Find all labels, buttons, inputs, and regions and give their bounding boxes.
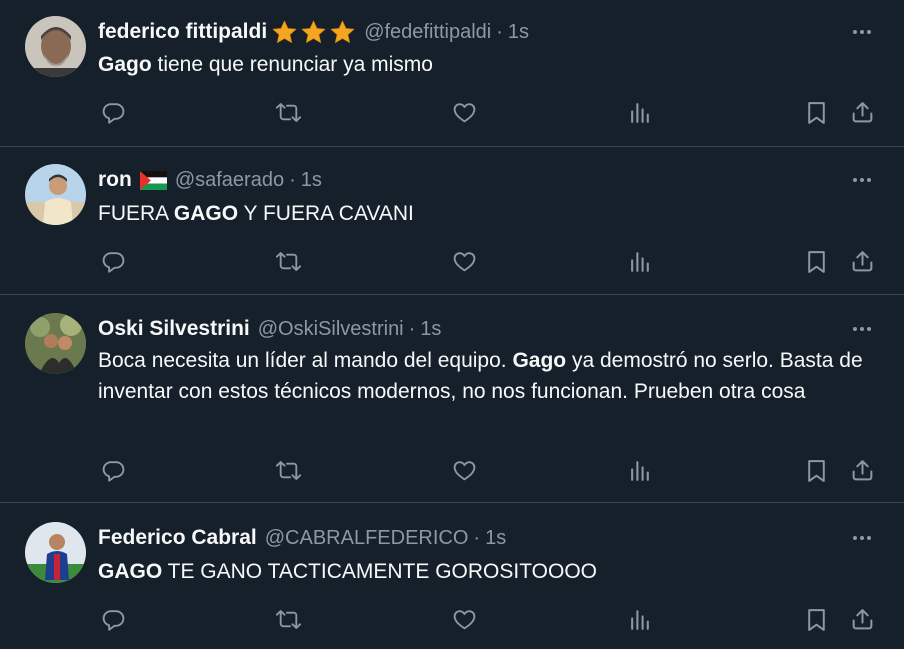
more-options-icon[interactable] xyxy=(850,526,874,550)
share-icon[interactable] xyxy=(847,97,877,127)
timestamp[interactable]: 1s xyxy=(301,169,322,192)
like-icon[interactable] xyxy=(449,246,479,276)
retweet-icon[interactable] xyxy=(273,604,303,634)
tweet-feed: federico fittipaldi @fedefittipaldi · 1s… xyxy=(0,0,904,649)
tweet-actions xyxy=(0,246,904,276)
avatar[interactable] xyxy=(25,164,86,225)
timestamp[interactable]: 1s xyxy=(508,21,529,44)
like-icon[interactable] xyxy=(449,604,479,634)
tweet-text: GAGO TE GANO TACTICAMENTE GOROSITOOOO xyxy=(98,556,884,587)
avatar[interactable] xyxy=(25,313,86,374)
tweet-text: Gago tiene que renunciar ya mismo xyxy=(98,49,884,80)
separator-dot: · xyxy=(289,168,296,191)
display-name[interactable]: Oski Silvestrini xyxy=(98,317,250,341)
star-icon xyxy=(300,19,327,46)
badges xyxy=(136,170,167,190)
tweet[interactable]: ron @safaerado · 1s FUERA GAGO Y FUERA C… xyxy=(0,147,904,295)
tweet-text: Boca necesita un líder al mando del equi… xyxy=(98,345,884,407)
user-handle[interactable]: @CABRALFEDERICO xyxy=(265,527,469,550)
separator-dot: · xyxy=(496,20,503,43)
separator-dot: · xyxy=(408,317,416,340)
tweet-text-rest: tiene que renunciar ya mismo xyxy=(151,53,433,76)
share-icon[interactable] xyxy=(847,604,877,634)
tweet-text-rest: Y FUERA CAVANI xyxy=(238,202,414,225)
bookmark-icon[interactable] xyxy=(801,455,831,485)
like-icon[interactable] xyxy=(449,455,479,485)
tweet-text-bold: GAGO xyxy=(98,560,163,583)
avatar[interactable] xyxy=(25,522,86,583)
display-name[interactable]: Federico Cabral xyxy=(98,526,257,550)
tweet-actions xyxy=(0,455,904,485)
tweet[interactable]: Oski Silvestrini @OskiSilvestrini · 1s B… xyxy=(0,295,904,503)
tweet-text-bold: GAGO xyxy=(173,202,239,225)
reply-icon[interactable] xyxy=(98,604,128,634)
bookmark-icon[interactable] xyxy=(801,604,831,634)
avatar[interactable] xyxy=(25,16,86,77)
tweet-text-pre: FUERA xyxy=(98,202,174,225)
separator-dot: · xyxy=(473,526,481,549)
reply-icon[interactable] xyxy=(98,455,128,485)
display-name[interactable]: federico fittipaldi xyxy=(98,20,267,44)
star-icon xyxy=(329,19,356,46)
share-icon[interactable] xyxy=(847,455,877,485)
tweet-actions xyxy=(0,97,904,127)
retweet-icon[interactable] xyxy=(273,97,303,127)
views-icon[interactable] xyxy=(625,246,655,276)
display-name[interactable]: ron xyxy=(98,168,132,192)
tweet[interactable]: federico fittipaldi @fedefittipaldi · 1s… xyxy=(0,0,904,147)
star-icon xyxy=(271,19,298,46)
user-handle[interactable]: @safaerado xyxy=(175,169,284,192)
more-options-icon[interactable] xyxy=(850,168,874,192)
tweet-text-bold: Gago xyxy=(98,53,152,76)
tweet-actions xyxy=(0,604,904,634)
bookmark-icon[interactable] xyxy=(801,97,831,127)
tweet[interactable]: Federico Cabral @CABRALFEDERICO · 1s GAG… xyxy=(0,503,904,649)
timestamp[interactable]: 1s xyxy=(485,527,506,550)
bookmark-icon[interactable] xyxy=(801,246,831,276)
views-icon[interactable] xyxy=(625,455,655,485)
user-handle[interactable]: @OskiSilvestrini xyxy=(258,318,404,341)
timestamp[interactable]: 1s xyxy=(420,318,441,341)
views-icon[interactable] xyxy=(625,604,655,634)
tweet-text-pre: Boca necesita un líder al mando del equi… xyxy=(98,349,513,372)
palestine-flag-icon xyxy=(139,170,167,190)
retweet-icon[interactable] xyxy=(273,246,303,276)
reply-icon[interactable] xyxy=(98,97,128,127)
share-icon[interactable] xyxy=(847,246,877,276)
badges xyxy=(271,19,356,46)
views-icon[interactable] xyxy=(625,97,655,127)
more-options-icon[interactable] xyxy=(850,20,874,44)
like-icon[interactable] xyxy=(449,97,479,127)
reply-icon[interactable] xyxy=(98,246,128,276)
tweet-text-rest: TE GANO TACTICAMENTE GOROSITOOOO xyxy=(162,560,597,583)
tweet-text-bold: Gago xyxy=(512,349,567,372)
user-handle[interactable]: @fedefittipaldi xyxy=(364,21,491,44)
more-options-icon[interactable] xyxy=(850,317,874,341)
tweet-text: FUERA GAGO Y FUERA CAVANI xyxy=(98,198,884,229)
retweet-icon[interactable] xyxy=(273,455,303,485)
